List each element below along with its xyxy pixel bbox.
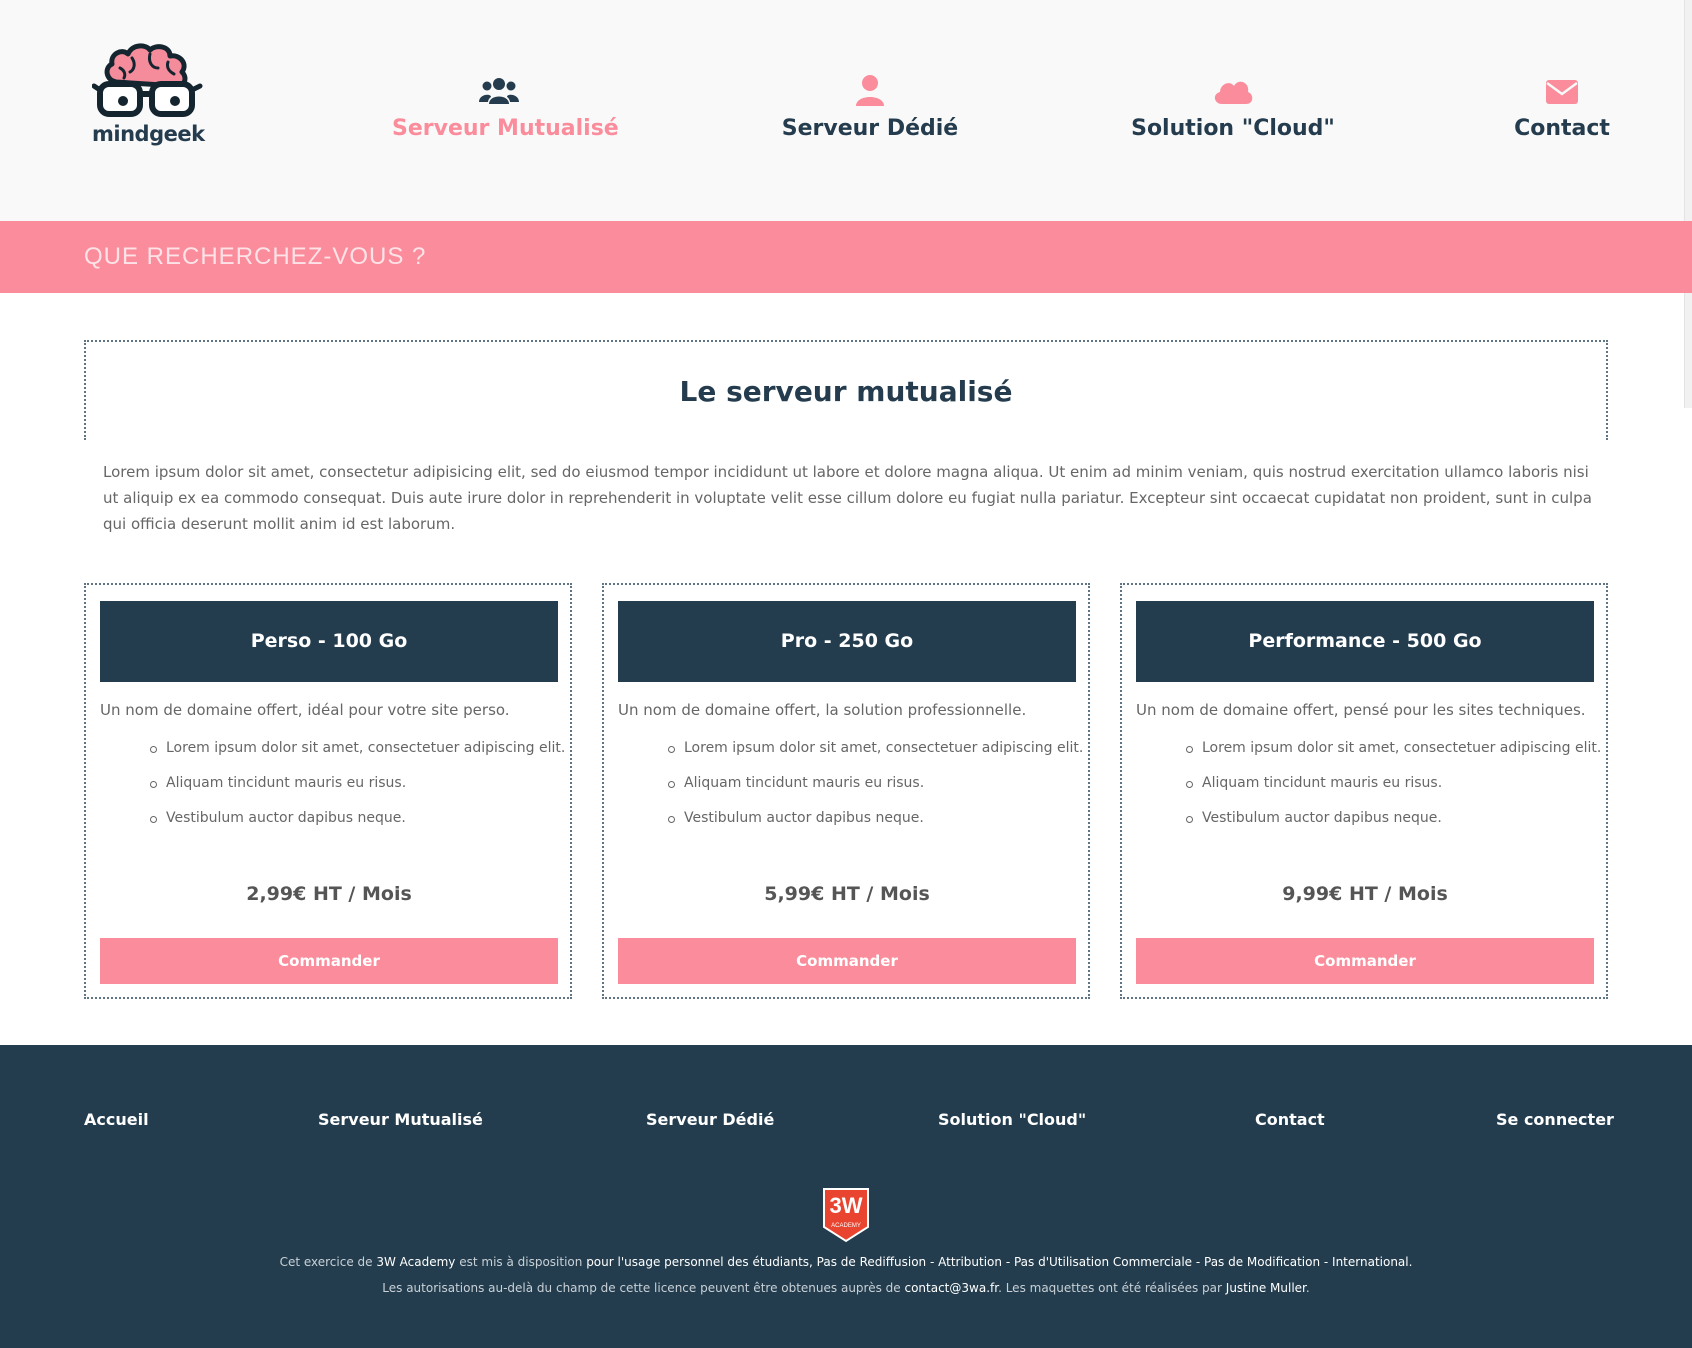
credit-text: est mis à disposition <box>455 1255 587 1269</box>
plan-price: 5,99€ HT / Mois <box>764 883 930 905</box>
order-button[interactable]: Commander <box>1136 938 1594 984</box>
plan-title: Performance - 500 Go <box>1136 601 1594 682</box>
nav-solution-cloud[interactable]: Solution "Cloud" <box>1130 74 1336 141</box>
search-prompt[interactable]: QUE RECHERCHEZ-VOUS ? <box>84 243 426 271</box>
intro-paragraph: Lorem ipsum dolor sit amet, consectetur … <box>103 463 1592 533</box>
footer-link-solution-cloud[interactable]: Solution "Cloud" <box>938 1110 1086 1129</box>
footer-link-serveur-dedie[interactable]: Serveur Dédié <box>646 1110 774 1129</box>
plan-price: 2,99€ HT / Mois <box>246 883 412 905</box>
plan-description: Un nom de domaine offert, idéal pour vot… <box>100 701 510 719</box>
plan-card-perso: Perso - 100 Go Un nom de domaine offert,… <box>84 583 572 999</box>
footer-link-serveur-mutualise[interactable]: Serveur Mutualisé <box>318 1110 483 1129</box>
logo-wordmark: mindgeek <box>92 122 205 146</box>
list-item: Vestibulum auctor dapibus neque. <box>149 810 565 845</box>
list-item: Aliquam tincidunt mauris eu risus. <box>1185 775 1601 810</box>
list-item: Vestibulum auctor dapibus neque. <box>1185 810 1601 845</box>
nav-label: Solution "Cloud" <box>1131 116 1335 141</box>
plan-card-performance: Performance - 500 Go Un nom de domaine o… <box>1120 583 1608 999</box>
3w-academy-badge-icon[interactable]: 3W ACADEMY <box>822 1187 870 1243</box>
footer-link-se-connecter[interactable]: Se connecter <box>1496 1110 1614 1129</box>
credit-text: Les autorisations au-delà du champ de ce… <box>382 1281 905 1295</box>
order-button[interactable]: Commander <box>100 938 558 984</box>
plan-description: Un nom de domaine offert, la solution pr… <box>618 701 1027 719</box>
list-item: Lorem ipsum dolor sit amet, consectetuer… <box>667 740 1083 775</box>
plan-title: Perso - 100 Go <box>100 601 558 682</box>
search-banner: QUE RECHERCHEZ-VOUS ? <box>0 221 1692 293</box>
license-line-2: Les autorisations au-delà du champ de ce… <box>0 1281 1692 1295</box>
plan-features: Lorem ipsum dolor sit amet, consectetuer… <box>1185 740 1601 845</box>
credit-text: . Les maquettes ont été réalisées par <box>998 1281 1226 1295</box>
page-title: Le serveur mutualisé <box>679 375 1013 408</box>
plan-card-pro: Pro - 250 Go Un nom de domaine offert, l… <box>602 583 1090 999</box>
envelope-icon <box>1546 80 1578 104</box>
site-footer: Accueil Serveur Mutualisé Serveur Dédié … <box>0 1045 1692 1348</box>
list-item: Aliquam tincidunt mauris eu risus. <box>667 775 1083 810</box>
page-scrollbar[interactable] <box>1684 0 1692 408</box>
list-item: Vestibulum auctor dapibus neque. <box>667 810 1083 845</box>
plan-features: Lorem ipsum dolor sit amet, consectetuer… <box>667 740 1083 845</box>
plan-price: 9,99€ HT / Mois <box>1282 883 1448 905</box>
plan-features: Lorem ipsum dolor sit amet, consectetuer… <box>149 740 565 845</box>
list-item: Aliquam tincidunt mauris eu risus. <box>149 775 565 810</box>
brain-glasses-logo-icon <box>91 43 203 117</box>
credit-text: . <box>1305 1281 1310 1295</box>
site-header: mindgeek Serveur Mutualisé Serveur Dédié <box>0 0 1692 221</box>
footer-link-contact[interactable]: Contact <box>1255 1110 1325 1129</box>
section-title-box: Le serveur mutualisé <box>84 340 1608 440</box>
credit-email-link[interactable]: contact@3wa.fr <box>904 1281 998 1295</box>
credit-license-link[interactable]: pour l'usage personnel des étudiants, Pa… <box>586 1255 1412 1269</box>
mindgeek-logo[interactable]: mindgeek <box>91 40 205 150</box>
badge-subtext: ACADEMY <box>831 1223 861 1229</box>
credit-link-3w[interactable]: 3W Academy <box>376 1255 455 1269</box>
credit-author-link[interactable]: Justine Muller <box>1226 1281 1306 1295</box>
nav-contact[interactable]: Contact <box>1508 74 1616 141</box>
list-item: Lorem ipsum dolor sit amet, consectetuer… <box>1185 740 1601 775</box>
license-line-1: Cet exercice de 3W Academy est mis à dis… <box>0 1255 1692 1269</box>
list-item: Lorem ipsum dolor sit amet, consectetuer… <box>149 740 565 775</box>
nav-serveur-mutualise[interactable]: Serveur Mutualisé <box>392 74 619 141</box>
user-icon <box>856 75 884 106</box>
plan-description: Un nom de domaine offert, pensé pour les… <box>1136 701 1586 719</box>
order-button[interactable]: Commander <box>618 938 1076 984</box>
users-icon <box>479 78 519 104</box>
footer-link-accueil[interactable]: Accueil <box>84 1110 149 1129</box>
credit-text: Cet exercice de <box>279 1255 377 1269</box>
nav-label: Serveur Mutualisé <box>392 116 619 141</box>
nav-label: Serveur Dédié <box>781 116 959 141</box>
badge-text: 3W <box>830 1193 863 1218</box>
nav-label: Contact <box>1514 116 1610 141</box>
plan-title: Pro - 250 Go <box>618 601 1076 682</box>
cloud-icon <box>1214 81 1253 104</box>
nav-serveur-dedie[interactable]: Serveur Dédié <box>780 74 960 141</box>
